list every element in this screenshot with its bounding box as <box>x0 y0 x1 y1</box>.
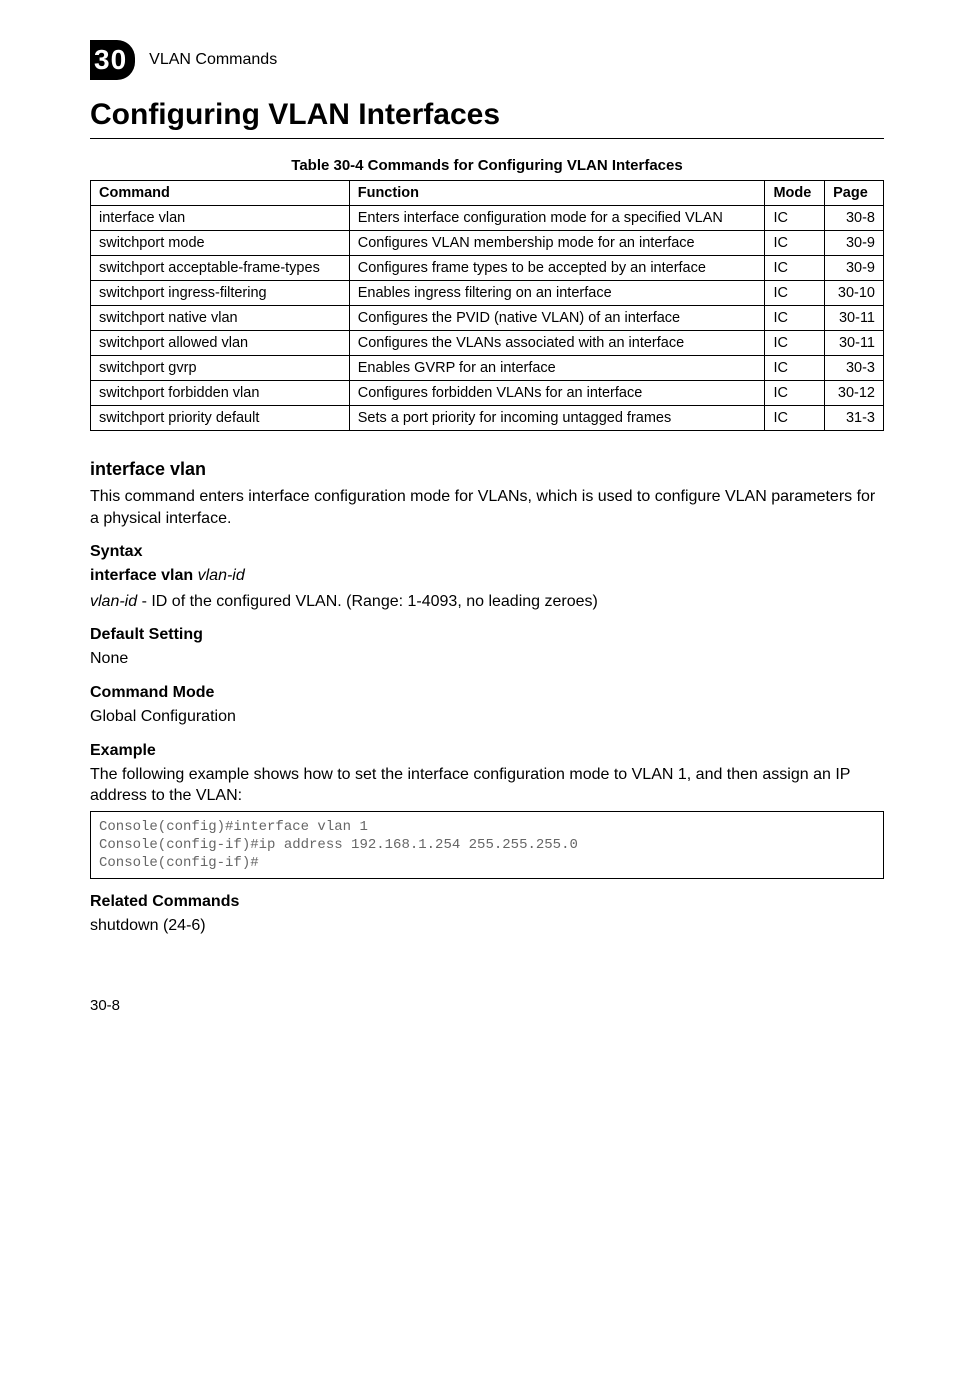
td-function: Sets a port priority for incoming untagg… <box>349 406 765 431</box>
td-command: switchport gvrp <box>91 356 350 381</box>
td-command: switchport priority default <box>91 406 350 431</box>
td-function: Configures VLAN membership mode for an i… <box>349 231 765 256</box>
mode-label: Command Mode <box>90 684 884 702</box>
td-page: 30-11 <box>825 331 884 356</box>
table-row: switchport ingress-filtering Enables ing… <box>91 281 884 306</box>
td-function: Enables ingress filtering on an interfac… <box>349 281 765 306</box>
td-function: Enables GVRP for an interface <box>349 356 765 381</box>
th-page: Page <box>825 181 884 206</box>
table-row: switchport acceptable-frame-types Config… <box>91 256 884 281</box>
table-header-row: Command Function Mode Page <box>91 181 884 206</box>
th-function: Function <box>349 181 765 206</box>
td-command: interface vlan <box>91 206 350 231</box>
related-value: shutdown (24-6) <box>90 915 884 937</box>
syntax-cmd: interface vlan <box>90 567 198 584</box>
table-row: interface vlan Enters interface configur… <box>91 206 884 231</box>
code-example: Console(config)#interface vlan 1 Console… <box>90 811 884 880</box>
chapter-badge: 30 <box>90 40 135 80</box>
table-row: switchport native vlan Configures the PV… <box>91 306 884 331</box>
table-row: switchport forbidden vlan Configures for… <box>91 381 884 406</box>
td-command: switchport forbidden vlan <box>91 381 350 406</box>
table-row: switchport allowed vlan Configures the V… <box>91 331 884 356</box>
td-function: Enters interface configuration mode for … <box>349 206 765 231</box>
td-function: Configures the VLANs associated with an … <box>349 331 765 356</box>
command-title: interface vlan <box>90 459 884 480</box>
command-description: This command enters interface configurat… <box>90 486 884 529</box>
table-caption: Table 30-4 Commands for Configuring VLAN… <box>90 157 884 174</box>
td-command: switchport native vlan <box>91 306 350 331</box>
example-label: Example <box>90 742 884 760</box>
td-mode: IC <box>765 356 825 381</box>
default-label: Default Setting <box>90 626 884 644</box>
td-function: Configures the PVID (native VLAN) of an … <box>349 306 765 331</box>
td-command: switchport acceptable-frame-types <box>91 256 350 281</box>
related-label: Related Commands <box>90 893 884 911</box>
td-page: 30-8 <box>825 206 884 231</box>
td-page: 30-12 <box>825 381 884 406</box>
syntax-label: Syntax <box>90 543 884 561</box>
th-mode: Mode <box>765 181 825 206</box>
table-row: switchport gvrp Enables GVRP for an inte… <box>91 356 884 381</box>
td-mode: IC <box>765 381 825 406</box>
th-command: Command <box>91 181 350 206</box>
arg-desc: - ID of the configured VLAN. (Range: 1-4… <box>137 593 598 610</box>
page-heading: Configuring VLAN Interfaces <box>90 98 884 132</box>
chapter-number: 30 <box>94 44 127 76</box>
td-function: Configures frame types to be accepted by… <box>349 256 765 281</box>
td-page: 30-9 <box>825 256 884 281</box>
default-value: None <box>90 648 884 670</box>
commands-table: Command Function Mode Page interface vla… <box>90 180 884 431</box>
td-page: 31-3 <box>825 406 884 431</box>
example-intro: The following example shows how to set t… <box>90 764 884 807</box>
td-mode: IC <box>765 331 825 356</box>
td-mode: IC <box>765 406 825 431</box>
header-section-title: VLAN Commands <box>149 51 277 69</box>
syntax-line: interface vlan vlan-id <box>90 565 884 587</box>
td-command: switchport mode <box>91 231 350 256</box>
td-page: 30-9 <box>825 231 884 256</box>
td-command: switchport allowed vlan <box>91 331 350 356</box>
td-page: 30-10 <box>825 281 884 306</box>
td-page: 30-11 <box>825 306 884 331</box>
page-number: 30-8 <box>90 997 884 1014</box>
td-mode: IC <box>765 306 825 331</box>
td-command: switchport ingress-filtering <box>91 281 350 306</box>
td-mode: IC <box>765 231 825 256</box>
td-page: 30-3 <box>825 356 884 381</box>
td-function: Configures forbidden VLANs for an interf… <box>349 381 765 406</box>
td-mode: IC <box>765 256 825 281</box>
table-row: switchport priority default Sets a port … <box>91 406 884 431</box>
td-mode: IC <box>765 281 825 306</box>
chapter-header: 30 VLAN Commands <box>90 40 884 80</box>
td-mode: IC <box>765 206 825 231</box>
mode-value: Global Configuration <box>90 706 884 728</box>
syntax-arg-desc: vlan-id - ID of the configured VLAN. (Ra… <box>90 591 884 613</box>
heading-rule <box>90 138 884 139</box>
table-row: switchport mode Configures VLAN membersh… <box>91 231 884 256</box>
syntax-arg: vlan-id <box>198 567 245 584</box>
arg-name: vlan-id <box>90 593 137 610</box>
